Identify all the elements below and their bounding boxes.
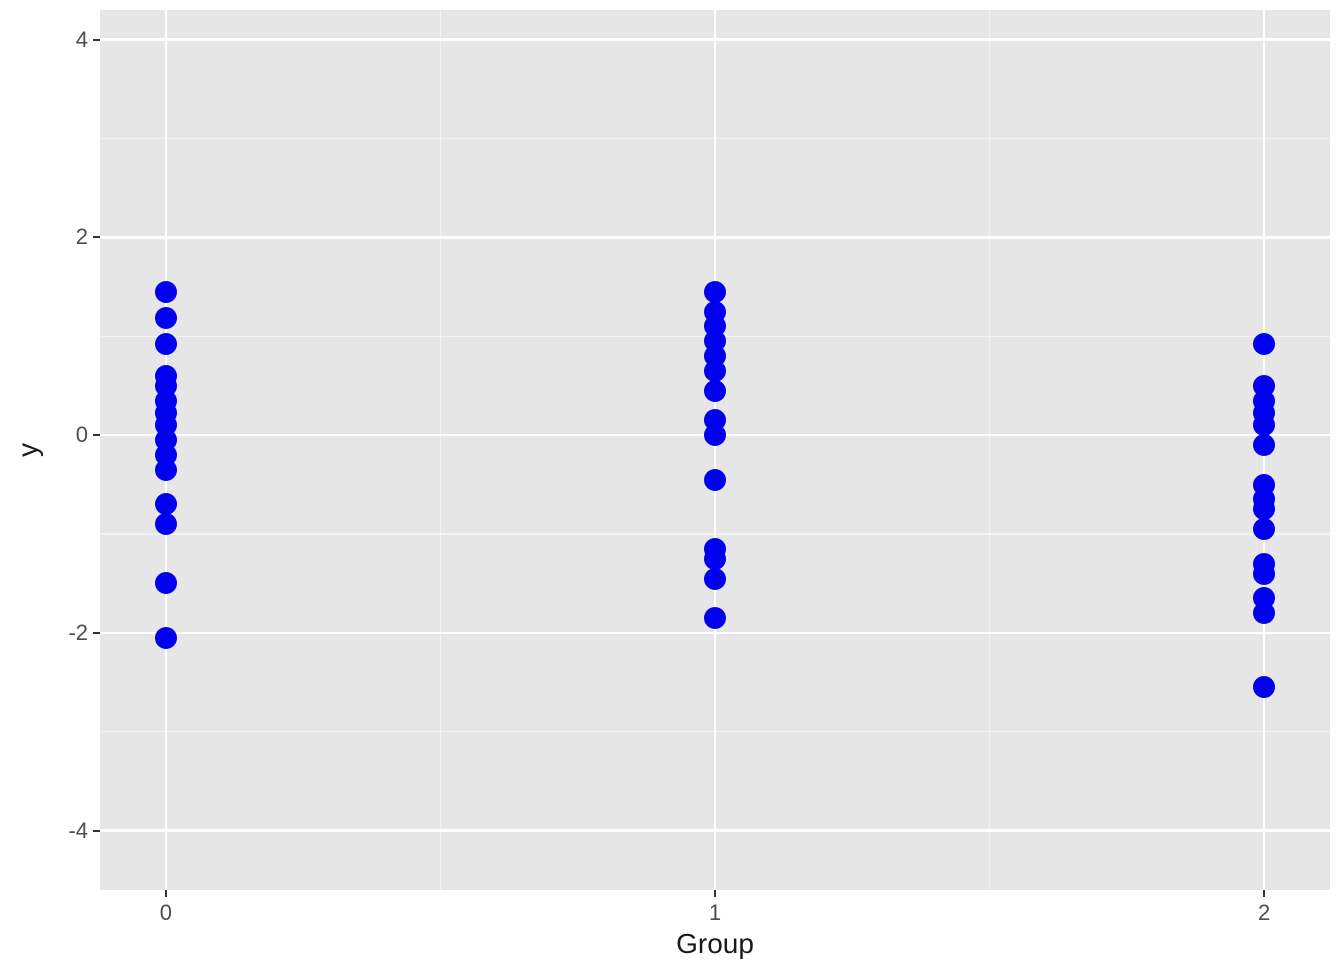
x-tick-mark — [1263, 890, 1265, 897]
data-point — [1253, 563, 1275, 585]
data-point — [1253, 602, 1275, 624]
x-tick-label: 0 — [160, 900, 172, 926]
data-point — [155, 627, 177, 649]
gridline-minor-v — [440, 10, 441, 890]
data-point — [1253, 414, 1275, 436]
y-tick-label: 4 — [50, 27, 88, 53]
chart-container: -4 -2 0 2 4 0 1 2 y Group — [0, 0, 1344, 960]
x-axis-title: Group — [676, 928, 754, 960]
y-tick-label: -2 — [50, 620, 88, 646]
y-axis-title: y — [12, 443, 44, 457]
data-point — [1253, 498, 1275, 520]
data-point — [704, 568, 726, 590]
data-point — [704, 469, 726, 491]
y-tick-mark — [93, 434, 100, 436]
y-tick-mark — [93, 236, 100, 238]
x-tick-mark — [165, 890, 167, 897]
data-point — [704, 281, 726, 303]
data-point — [155, 513, 177, 535]
data-point — [155, 333, 177, 355]
data-point — [704, 380, 726, 402]
data-point — [1253, 676, 1275, 698]
gridline-minor-v — [989, 10, 990, 890]
data-point — [155, 493, 177, 515]
data-point — [155, 281, 177, 303]
y-tick-label: 0 — [50, 422, 88, 448]
y-tick-label: 2 — [50, 224, 88, 250]
y-tick-label: -4 — [50, 818, 88, 844]
data-point — [1253, 518, 1275, 540]
data-point — [704, 607, 726, 629]
x-tick-label: 1 — [709, 900, 721, 926]
data-point — [704, 424, 726, 446]
x-tick-mark — [714, 890, 716, 897]
y-tick-mark — [93, 39, 100, 41]
y-tick-mark — [93, 830, 100, 832]
data-point — [155, 572, 177, 594]
x-tick-label: 2 — [1258, 900, 1270, 926]
y-tick-mark — [93, 632, 100, 634]
data-point — [704, 548, 726, 570]
data-point — [704, 360, 726, 382]
data-point — [155, 307, 177, 329]
data-point — [1253, 434, 1275, 456]
data-point — [1253, 333, 1275, 355]
data-point — [155, 459, 177, 481]
gridline-major-v — [714, 10, 717, 890]
